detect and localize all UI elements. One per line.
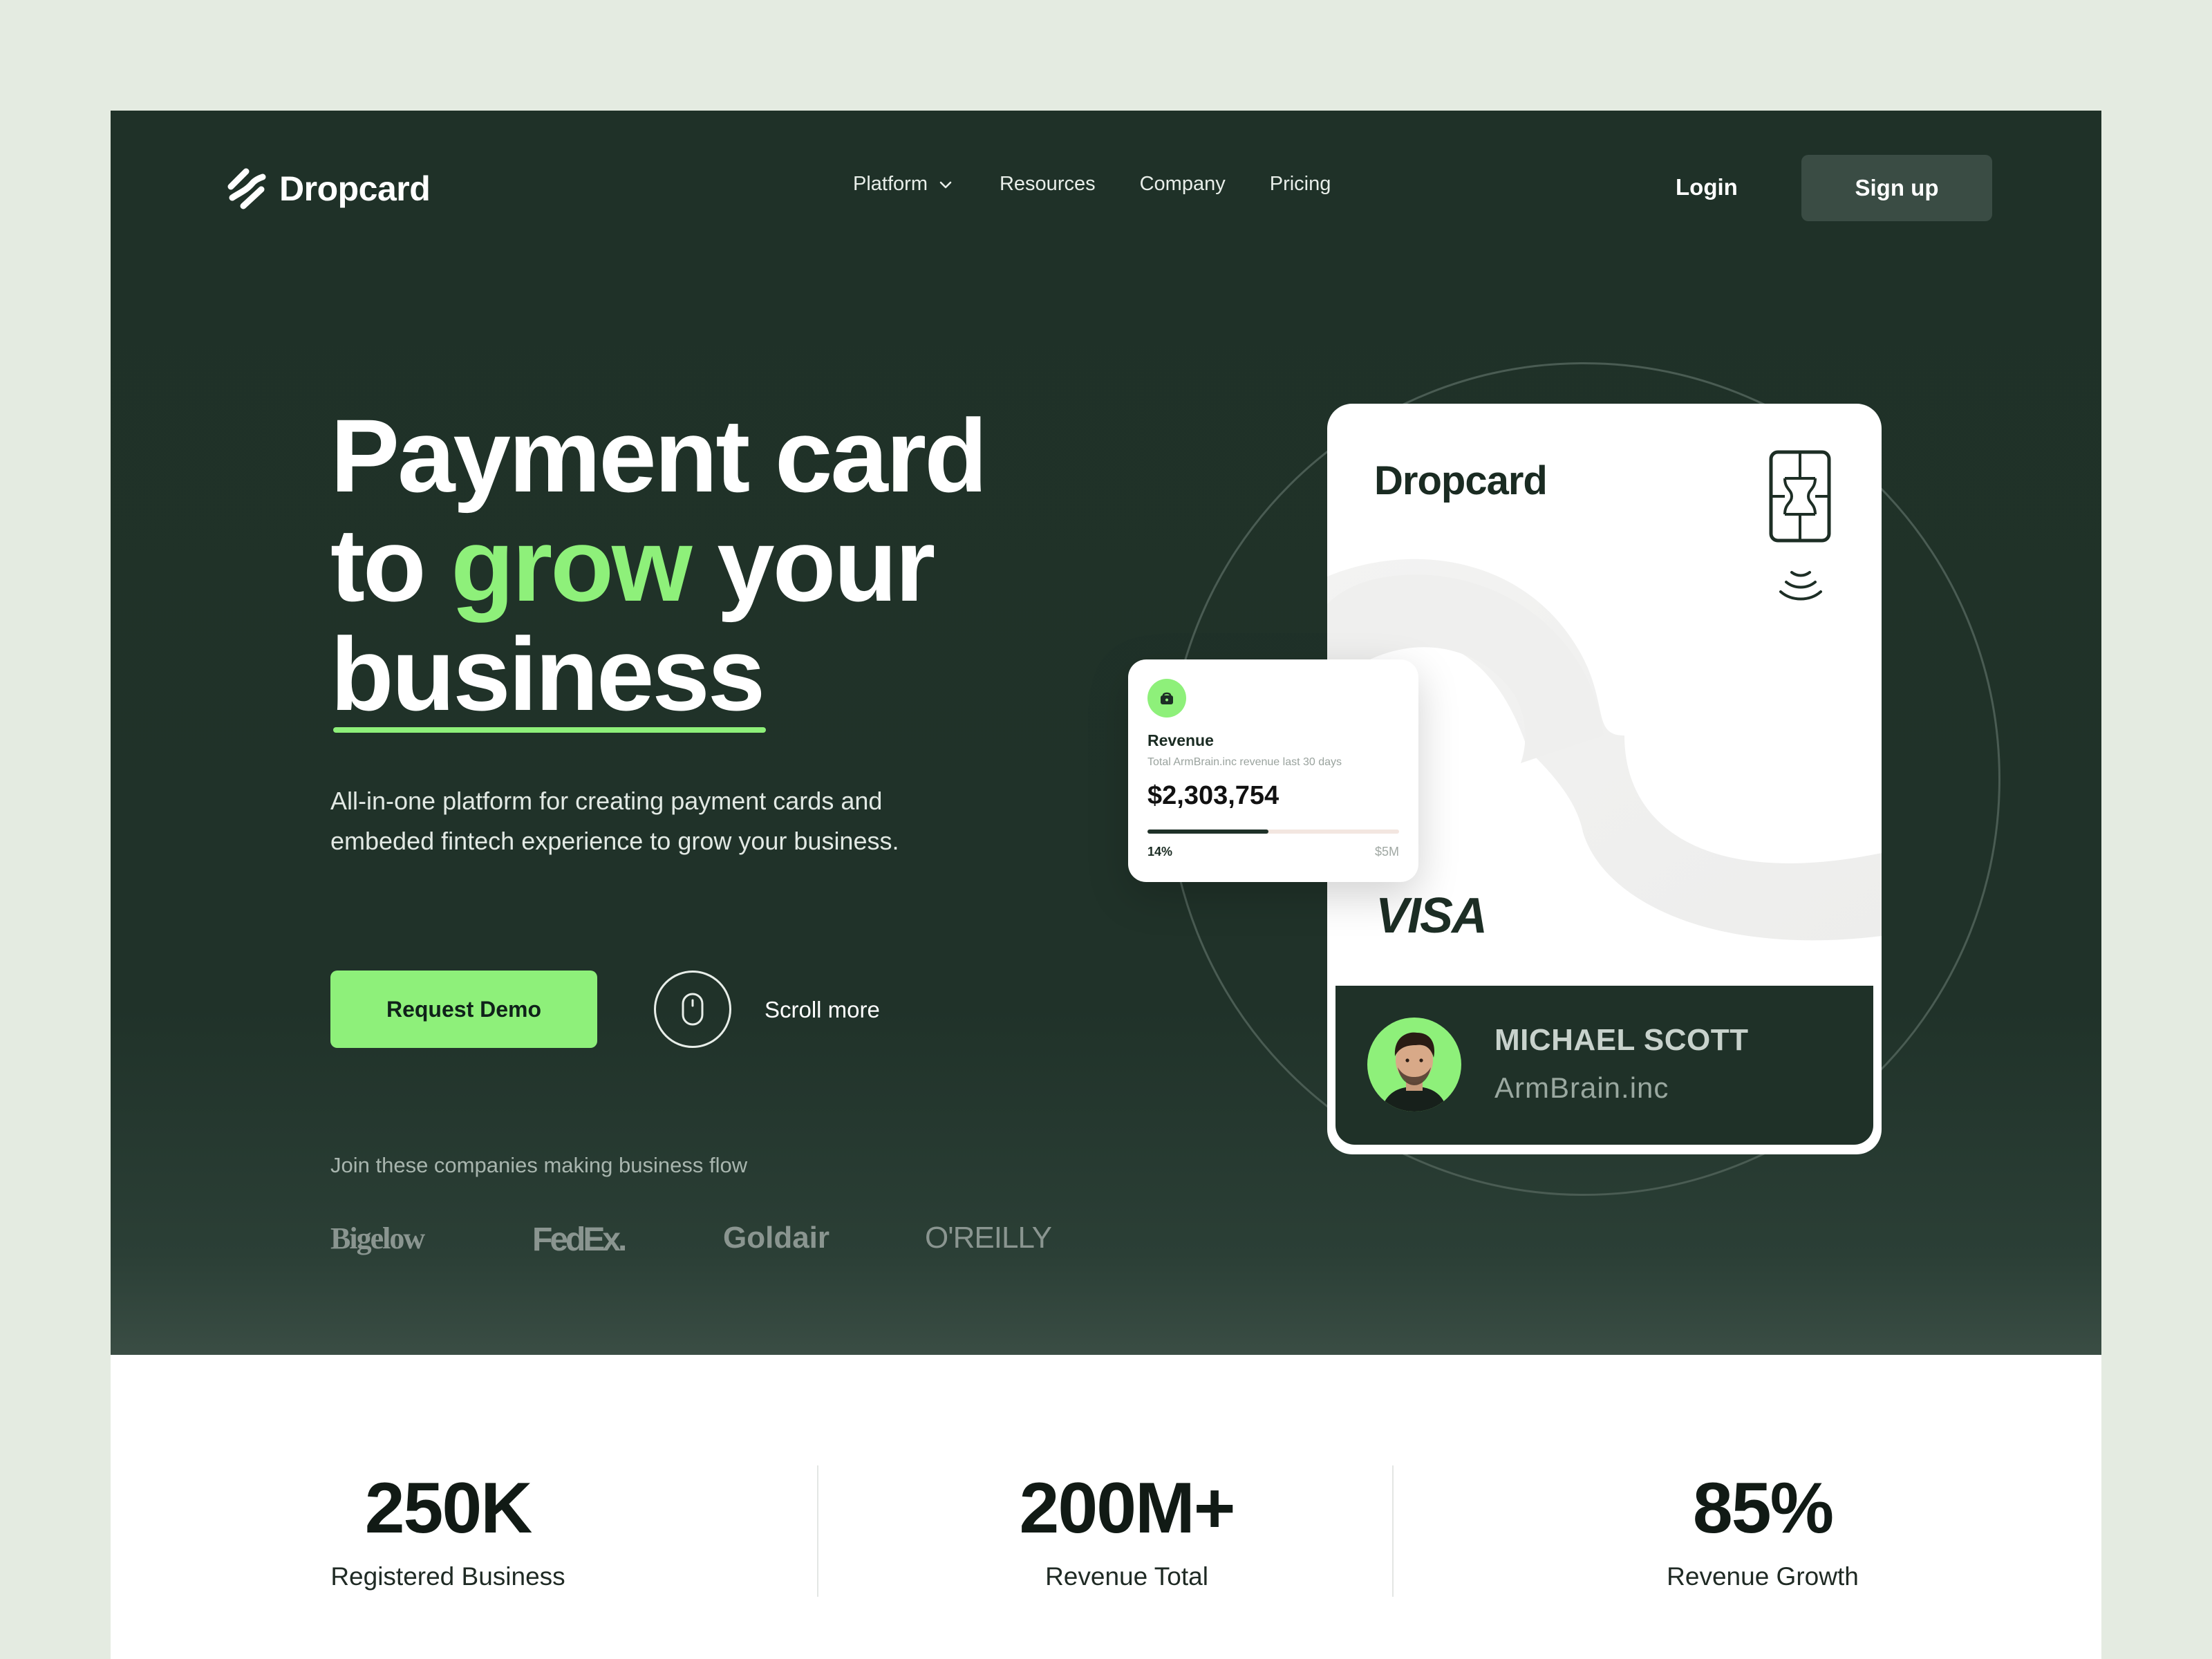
login-link[interactable]: Login <box>1676 174 1738 200</box>
hero-section: Dropcard Platform Resources Company Pric… <box>111 111 2101 1355</box>
visa-logo: VISA <box>1376 888 1488 944</box>
stat-registered-business: 250K Registered Business <box>330 1355 565 1591</box>
nav-item-label: Company <box>1139 173 1226 195</box>
mouse-icon <box>682 993 704 1026</box>
nav-item-company[interactable]: Company <box>1140 173 1226 196</box>
nav-item-platform[interactable]: Platform <box>853 173 955 196</box>
chevron-down-icon <box>939 181 952 188</box>
card-holder-company: ArmBrain.inc <box>1494 1071 1669 1104</box>
brand-logo[interactable]: Dropcard <box>225 166 431 212</box>
scroll-more-label[interactable]: Scroll more <box>765 997 880 1023</box>
revenue-title: Revenue <box>1147 731 1214 749</box>
brand-name: Dropcard <box>279 169 431 208</box>
scroll-button[interactable] <box>654 971 731 1048</box>
headline-line-3: business <box>330 616 986 733</box>
partner-logo-fedex: FedEx. <box>532 1221 627 1258</box>
contactless-icon <box>1779 571 1822 601</box>
stat-value: 250K <box>364 1468 533 1548</box>
card-holder-panel: MICHAEL SCOTT ArmBrain.inc <box>1335 986 1873 1145</box>
revenue-value: $2,303,754 <box>1147 781 1280 810</box>
hero-headline: Payment card to grow your business <box>330 397 988 733</box>
signup-button[interactable]: Sign up <box>1801 155 1992 221</box>
wallet-icon <box>1161 692 1173 704</box>
stat-revenue-growth: 85% Revenue Growth <box>1652 1355 1873 1591</box>
stats-section: 250K Registered Business 200M+ Revenue T… <box>111 1355 2101 1659</box>
nav-item-resources[interactable]: Resources <box>1000 173 1096 196</box>
nav-item-label: Pricing <box>1269 173 1331 195</box>
headline-underlined-word: business <box>330 616 767 733</box>
partner-logo-bigelow: Bigelow <box>330 1221 425 1255</box>
card-holder-name: MICHAEL SCOTT <box>1494 1023 1749 1057</box>
request-demo-button[interactable]: Request Demo <box>330 971 597 1048</box>
person-avatar-icon <box>1381 1032 1447 1112</box>
stat-divider <box>817 1465 818 1597</box>
nav-item-pricing[interactable]: Pricing <box>1270 173 1331 196</box>
revenue-subtitle: Total ArmBrain.inc revenue last 30 days <box>1147 756 1342 768</box>
nav-item-label: Platform <box>853 173 928 195</box>
headline-text: your <box>690 507 935 623</box>
headline-text: to <box>330 507 451 623</box>
stat-value: 200M+ <box>1019 1468 1236 1548</box>
partner-logo-oreilly: O'REILLY <box>925 1221 1052 1255</box>
card-brand: Dropcard <box>1374 458 1548 503</box>
nav-item-label: Resources <box>999 173 1096 195</box>
stat-label: Revenue Growth <box>1667 1562 1859 1591</box>
revenue-widget: Revenue Total ArmBrain.inc revenue last … <box>1128 659 1418 882</box>
main-nav: Platform Resources Company Pricing <box>853 173 1375 196</box>
headline-line-2: to grow your <box>330 510 986 619</box>
stat-label: Revenue Total <box>1045 1562 1208 1591</box>
dropcard-logo-icon <box>227 168 266 209</box>
page-frame: Dropcard Platform Resources Company Pric… <box>111 111 2101 1659</box>
stat-divider <box>1392 1465 1394 1597</box>
hero-subtitle: All-in-one platform for creating payment… <box>330 787 899 855</box>
stat-value: 85% <box>1692 1468 1834 1548</box>
partners-caption: Join these companies making business flo… <box>330 1153 748 1177</box>
partner-logo-goldair: Goldair <box>723 1221 830 1255</box>
headline-line-1: Payment card <box>330 397 988 514</box>
revenue-progress-track <box>1147 830 1399 834</box>
avatar <box>1367 1018 1461 1112</box>
revenue-max-label: $5M <box>1374 845 1399 859</box>
revenue-badge <box>1147 679 1186 718</box>
stat-label: Registered Business <box>330 1562 565 1591</box>
revenue-progress-fill <box>1147 830 1268 834</box>
headline-highlight: grow <box>451 507 692 623</box>
stat-revenue-total: 200M+ Revenue Total <box>988 1355 1265 1591</box>
card-chip-icon <box>1769 450 1831 543</box>
revenue-progress-label: 14% <box>1147 845 1173 859</box>
